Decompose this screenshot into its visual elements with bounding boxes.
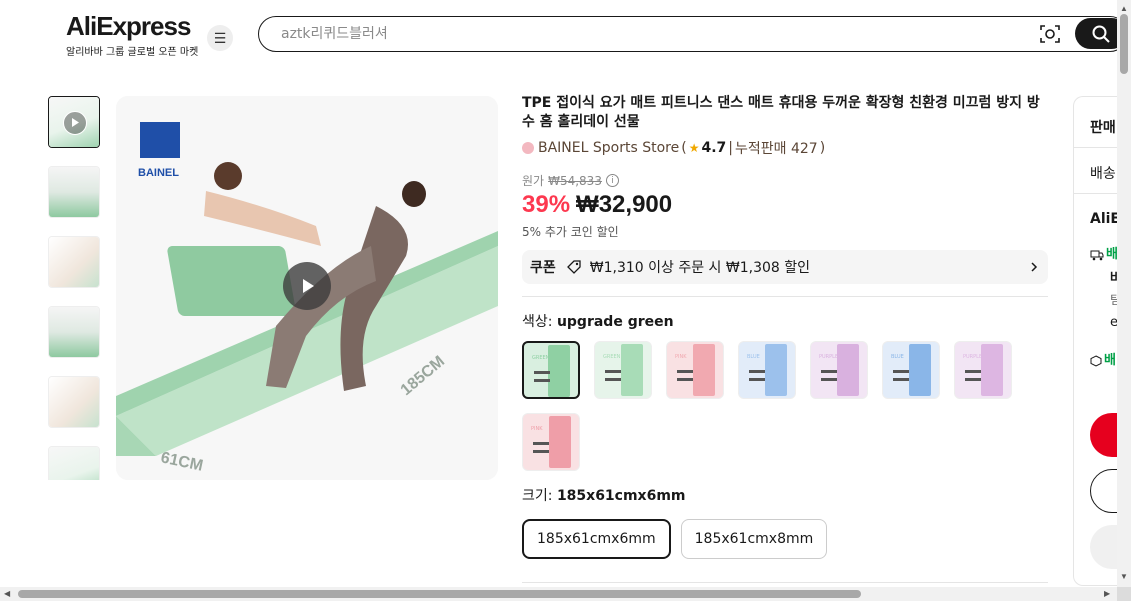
horizontal-scroll-thumb[interactable] bbox=[18, 590, 861, 598]
discount-badge: 39% bbox=[522, 191, 571, 218]
thumbnail-image[interactable] bbox=[48, 446, 100, 480]
scroll-right-icon[interactable]: ▶ bbox=[1104, 589, 1110, 598]
size-label-row: 크기: 185x61cmx6mm bbox=[522, 485, 1048, 505]
color-swatch[interactable]: PURPLE bbox=[810, 341, 868, 399]
thumbnail-video[interactable] bbox=[48, 96, 100, 148]
swatch-label: PINK bbox=[531, 426, 543, 432]
search-input[interactable] bbox=[281, 23, 981, 45]
mat-thumbnail bbox=[621, 344, 643, 396]
swatch-label: PINK bbox=[675, 354, 687, 360]
mat-thumbnail bbox=[548, 345, 570, 397]
logo-subtitle: 알리바바 그룹 글로벌 오픈 마켓 bbox=[66, 47, 199, 58]
scroll-down-icon[interactable]: ▼ bbox=[1120, 572, 1128, 581]
product-info: TPE 접이식 요가 매트 피트니스 댄스 매트 휴대용 두꺼운 확장형 친환경… bbox=[522, 94, 1048, 559]
shipping-heading[interactable]: 배송 bbox=[1090, 163, 1116, 183]
divider bbox=[522, 296, 1048, 297]
vertical-scrollbar[interactable]: ▲ ▼ bbox=[1117, 0, 1131, 601]
size-label: 크기: bbox=[522, 488, 553, 504]
truck-icon bbox=[1090, 250, 1104, 260]
size-option-8mm[interactable]: 185x61cmx8mm bbox=[680, 519, 828, 559]
color-label: 색상: bbox=[522, 314, 553, 330]
star-icon: ★ bbox=[688, 141, 700, 155]
size-option-6mm[interactable]: 185x61cmx6mm bbox=[522, 519, 671, 559]
product-title: TPE 접이식 요가 매트 피트니스 댄스 매트 휴대용 두꺼운 확장형 친환경… bbox=[522, 95, 1040, 130]
scroll-up-icon[interactable]: ▲ bbox=[1120, 4, 1128, 13]
play-video-button[interactable] bbox=[283, 262, 331, 310]
search-icon bbox=[1092, 25, 1110, 43]
coin-discount-text: 5% 추가 코인 할인 bbox=[522, 225, 619, 239]
color-swatch[interactable]: BLUE bbox=[738, 341, 796, 399]
thumbnail-image[interactable] bbox=[48, 236, 100, 288]
image-search-icon[interactable] bbox=[1039, 23, 1061, 45]
color-swatch[interactable]: GREEN bbox=[522, 341, 580, 399]
brand-logo: BAINEL bbox=[138, 167, 179, 179]
mat-thumbnail bbox=[837, 344, 859, 396]
swatch-label: GREEN bbox=[603, 354, 621, 360]
size-options: 185x61cmx6mm 185x61cmx8mm bbox=[522, 519, 1048, 559]
horizontal-scrollbar[interactable]: ◀ ▶ bbox=[0, 587, 1117, 601]
info-icon[interactable]: i bbox=[605, 174, 619, 187]
coupon-bar[interactable]: 쿠폰 ₩1,310 이상 주문 시 ₩1,308 할인 bbox=[522, 250, 1048, 284]
swatch-label: PURPLE bbox=[819, 354, 839, 360]
return-line: 배 bbox=[1090, 349, 1116, 368]
mat-thumbnail bbox=[549, 416, 571, 468]
coupon-label: 쿠폰 bbox=[530, 260, 556, 276]
mat-thumbnail bbox=[981, 344, 1003, 396]
sold-count[interactable]: 누적판매 427 bbox=[735, 138, 818, 158]
divider bbox=[522, 582, 1048, 583]
color-selected: upgrade green bbox=[556, 314, 674, 330]
header: AliExpress 알리바바 그룹 글로벌 오픈 마켓 ☰ bbox=[0, 0, 1128, 68]
tag-icon bbox=[566, 260, 581, 274]
color-swatch[interactable]: PINK bbox=[666, 341, 724, 399]
vertical-scroll-thumb[interactable] bbox=[1120, 14, 1128, 74]
original-price-row: 원가 ₩54,833 i bbox=[522, 172, 1048, 189]
color-swatches: GREEN GREEN PINK BLUE PURPLE BLUE PURPLE PINK bbox=[522, 341, 1032, 471]
search-bar bbox=[258, 16, 1128, 52]
mat-thumbnail bbox=[765, 344, 787, 396]
thumbnail-list bbox=[48, 96, 102, 480]
rating-value: 4.7 bbox=[701, 140, 727, 156]
swatch-label: GREEN bbox=[532, 355, 550, 361]
store-row: BAINEL Sports Store ( ★ 4.7 | 누적판매 427 ) bbox=[522, 138, 1048, 158]
logo-text: AliExpress bbox=[66, 11, 191, 41]
store-icon bbox=[522, 142, 534, 154]
coupon-text: ₩1,310 이상 주문 시 ₩1,308 할인 bbox=[589, 260, 811, 276]
box-icon bbox=[1090, 354, 1102, 367]
play-icon bbox=[303, 279, 314, 293]
play-icon bbox=[63, 111, 87, 135]
aliexpress-heading: AliE bbox=[1090, 211, 1120, 227]
size-selected: 185x61cmx6mm bbox=[556, 488, 686, 504]
thumbnail-image[interactable] bbox=[48, 166, 100, 218]
original-price: ₩54,833 bbox=[548, 173, 602, 188]
delivery-line: 배 bbox=[1090, 243, 1118, 262]
color-swatch[interactable]: BLUE bbox=[882, 341, 940, 399]
current-price: ₩32,900 bbox=[576, 191, 673, 218]
scrollbar-corner bbox=[1117, 587, 1131, 601]
swatch-label: BLUE bbox=[891, 354, 904, 360]
thumbnail-image[interactable] bbox=[48, 376, 100, 428]
swatch-label: BLUE bbox=[747, 354, 760, 360]
color-swatch[interactable]: PINK bbox=[522, 413, 580, 471]
aliexpress-logo[interactable]: AliExpress 알리바바 그룹 글로벌 오픈 마켓 bbox=[66, 11, 198, 58]
mat-thumbnail bbox=[909, 344, 931, 396]
price-row: 39% ₩32,900 bbox=[522, 191, 1048, 219]
original-label: 원가 bbox=[522, 174, 545, 188]
seller-heading: 판매 bbox=[1090, 120, 1116, 136]
scroll-left-icon[interactable]: ◀ bbox=[4, 589, 10, 598]
color-label-row: 색상: upgrade green bbox=[522, 311, 1048, 331]
hamburger-menu-icon[interactable]: ☰ bbox=[207, 25, 233, 51]
color-swatch[interactable]: PURPLE bbox=[954, 341, 1012, 399]
chevron-right-icon bbox=[1031, 262, 1038, 272]
swatch-label: PURPLE bbox=[963, 354, 983, 360]
thumbnail-image[interactable] bbox=[48, 306, 100, 358]
color-swatch[interactable]: GREEN bbox=[594, 341, 652, 399]
mat-thumbnail bbox=[693, 344, 715, 396]
store-name-link[interactable]: BAINEL Sports Store bbox=[538, 140, 679, 156]
